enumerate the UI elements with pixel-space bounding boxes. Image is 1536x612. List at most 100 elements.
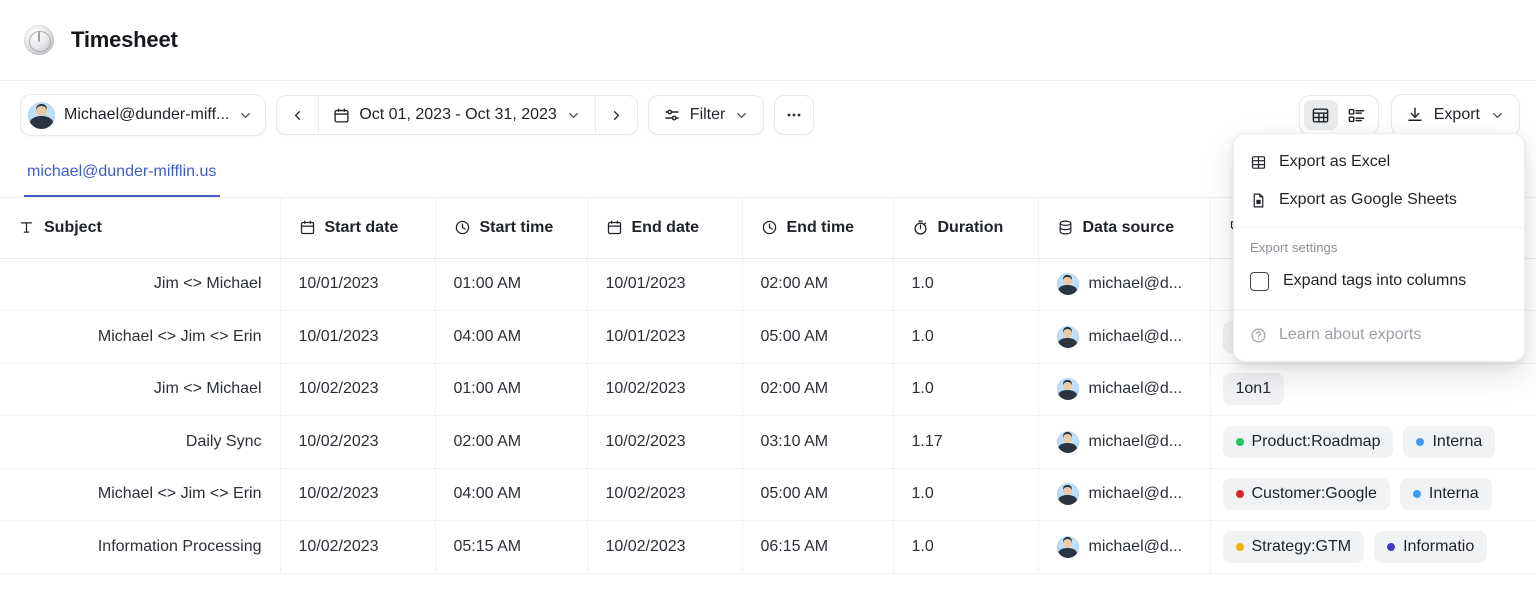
table-row[interactable]: Michael <> Jim <> Erin 10/02/2023 04:00 AM…	[0, 468, 1536, 521]
tab-michael-dunder-mifflin[interactable]: michael@dunder-mifflin.us	[24, 149, 221, 197]
cell-end-date: 10/01/2023	[587, 258, 743, 311]
column-header-data-source[interactable]: Data source	[1038, 198, 1211, 259]
table-row[interactable]: Daily Sync 10/02/2023 02:00 AM 10/02/2023 03…	[0, 415, 1536, 469]
learn-about-exports-item[interactable]: Learn about exports	[1234, 316, 1524, 354]
table-view-button[interactable]	[1303, 100, 1338, 130]
tag-color-dot	[1235, 490, 1244, 499]
cell-subject: Michael <> Jim <> Erin	[0, 468, 281, 521]
column-header-duration[interactable]: Duration	[893, 198, 1039, 259]
cell-end-date: 10/02/2023	[587, 520, 743, 574]
cell-start-date: 10/01/2023	[280, 310, 436, 364]
cell-tags: Strategy:GTM Informatio	[1210, 520, 1536, 574]
cell-subject: Daily Sync	[0, 415, 281, 469]
tag-color-dot	[1387, 542, 1396, 551]
cell-end-date: 10/02/2023	[587, 468, 743, 521]
cell-data-source: michael@d...	[1038, 468, 1211, 521]
table-row[interactable]: Information Processing 10/02/2023 05:15 AM…	[0, 520, 1536, 574]
cell-data-source-label: michael@d...	[1088, 432, 1183, 450]
text-icon	[18, 219, 35, 236]
more-options-button[interactable]	[774, 95, 815, 135]
tag-chip[interactable]: Customer:Google	[1222, 478, 1390, 511]
cell-data-source-label: michael@d...	[1088, 380, 1183, 398]
cell-end-time: 02:00 AM	[742, 258, 894, 311]
cell-data-source-label: michael@d...	[1088, 275, 1183, 293]
app-logo-icon	[24, 25, 54, 55]
column-header-start-date[interactable]: Start date	[280, 198, 436, 259]
expand-tags-label: Expand tags into columns	[1283, 272, 1467, 289]
column-header-end-time[interactable]: End time	[742, 198, 894, 259]
cell-tags: Product:Roadmap Interna	[1210, 415, 1536, 469]
tag-chip[interactable]: Interna	[1399, 478, 1492, 511]
date-range-label: Oct 01, 2023 - Oct 31, 2023	[359, 106, 557, 123]
cell-subject: Information Processing	[0, 520, 281, 574]
calendar-icon	[299, 219, 316, 236]
column-header-label: End time	[786, 218, 855, 236]
tag-chip[interactable]: Interna	[1403, 425, 1496, 458]
cell-data-source-label: michael@d...	[1088, 327, 1183, 345]
cell-subject: Michael <> Jim <> Erin	[0, 310, 281, 364]
cell-start-time: 02:00 AM	[435, 415, 588, 469]
page-title: Timesheet	[71, 27, 178, 52]
cell-data-source-label: michael@d...	[1088, 537, 1183, 555]
cell-data-source: michael@d...	[1038, 415, 1211, 469]
expand-tags-checkbox-row[interactable]: Expand tags into columns	[1234, 261, 1524, 301]
export-as-excel-item[interactable]: Export as Excel	[1234, 143, 1524, 181]
date-range-picker[interactable]: Oct 01, 2023 - Oct 31, 2023	[319, 96, 594, 134]
clock-icon	[454, 219, 471, 236]
tag-label: Product:Roadmap	[1251, 432, 1381, 450]
learn-about-exports-label: Learn about exports	[1279, 326, 1422, 343]
column-header-label: Duration	[937, 218, 1004, 236]
tag-chip[interactable]: Product:Roadmap	[1222, 425, 1394, 458]
view-mode-toggle	[1298, 95, 1379, 135]
export-as-google-sheets-item[interactable]: Export as Google Sheets	[1234, 181, 1524, 219]
tag-label: Interna	[1428, 485, 1479, 503]
user-avatar-icon	[1056, 378, 1079, 401]
column-header-label: Start date	[324, 218, 399, 236]
tag-chip[interactable]: Strategy:GTM	[1222, 530, 1365, 563]
cell-duration: 1.0	[893, 310, 1039, 364]
cell-end-time: 02:00 AM	[742, 363, 894, 416]
calendar-icon	[606, 219, 623, 236]
cell-start-date: 10/02/2023	[280, 468, 436, 521]
user-avatar-icon	[1056, 273, 1079, 296]
help-circle-icon	[1250, 327, 1267, 344]
column-header-start-time[interactable]: Start time	[435, 198, 588, 259]
tag-chip[interactable]: 1on1	[1222, 373, 1285, 406]
cell-subject: Jim <> Michael	[0, 258, 281, 311]
user-selector-button[interactable]: Michael@dunder-miff...	[20, 94, 267, 136]
column-header-end-date[interactable]: End date	[587, 198, 743, 259]
next-period-button[interactable]	[596, 96, 637, 134]
stopwatch-icon	[912, 219, 929, 236]
cell-data-source: michael@d...	[1038, 520, 1211, 574]
prev-period-button[interactable]	[277, 96, 318, 134]
calendar-icon	[333, 107, 350, 124]
user-avatar-icon	[1056, 483, 1079, 506]
tag-label: Informatio	[1403, 537, 1475, 555]
export-button[interactable]: Export	[1390, 94, 1520, 136]
filter-sliders-icon	[663, 106, 681, 124]
app-header: Timesheet	[0, 0, 1536, 81]
table-view-icon	[1311, 106, 1330, 125]
chevron-right-icon	[609, 108, 624, 123]
date-range-group: Oct 01, 2023 - Oct 31, 2023	[276, 95, 638, 135]
cell-start-time: 01:00 AM	[435, 258, 588, 311]
tag-label: Customer:Google	[1251, 485, 1377, 503]
tag-color-dot	[1235, 437, 1244, 446]
download-icon	[1406, 106, 1424, 124]
cell-start-date: 10/02/2023	[280, 415, 436, 469]
cell-start-date: 10/01/2023	[280, 258, 436, 311]
filter-button[interactable]: Filter	[647, 95, 765, 135]
cell-start-date: 10/02/2023	[280, 363, 436, 416]
list-view-button[interactable]	[1340, 100, 1374, 130]
column-header-subject[interactable]: Subject	[0, 198, 281, 259]
tag-chip[interactable]: Informatio	[1374, 530, 1488, 563]
excel-grid-icon	[1250, 154, 1267, 171]
cell-duration: 1.0	[893, 363, 1039, 416]
chevron-down-icon	[734, 108, 749, 123]
tab-label: michael@dunder-mifflin.us	[27, 163, 217, 180]
user-selector-label: Michael@dunder-miff...	[64, 106, 230, 123]
cell-subject: Jim <> Michael	[0, 363, 281, 416]
table-row[interactable]: Jim <> Michael 10/02/2023 01:00 AM 10/02/20…	[0, 363, 1536, 416]
expand-tags-checkbox[interactable]	[1250, 271, 1269, 291]
tag-label: 1on1	[1235, 380, 1272, 398]
